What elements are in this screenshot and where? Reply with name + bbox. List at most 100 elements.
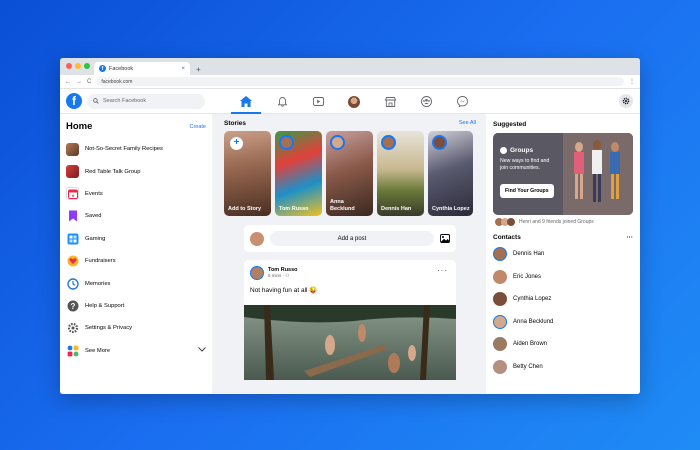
contact-name: Anna Becklund bbox=[513, 318, 554, 325]
story-avatar bbox=[330, 135, 345, 150]
stories-header: Stories See All bbox=[224, 120, 476, 127]
contact-name: Eric Jones bbox=[513, 273, 542, 280]
facebook-logo[interactable]: f bbox=[66, 93, 82, 109]
contact-item[interactable]: Betty Chen bbox=[493, 356, 633, 379]
sidebar-item-label: Events bbox=[85, 190, 103, 197]
friends-joined-groups: Henri and 9 friends joined Groups bbox=[495, 218, 633, 226]
story-name: Add to Story bbox=[228, 205, 261, 212]
add-story-plus-icon[interactable]: + bbox=[230, 137, 243, 150]
story-avatar bbox=[279, 135, 294, 150]
contact-avatar bbox=[493, 292, 507, 307]
stories-title: Stories bbox=[224, 120, 247, 127]
photo-icon[interactable] bbox=[440, 234, 450, 243]
minimize-window-button[interactable] bbox=[75, 63, 81, 69]
groups-card-title-text: Groups bbox=[510, 147, 534, 154]
add-post-input[interactable]: Add a post bbox=[270, 231, 434, 246]
groups-card-photo bbox=[493, 133, 633, 215]
address-bar: ← → C facebook.com ⋮ bbox=[60, 75, 640, 89]
contact-item[interactable]: Anna Becklund bbox=[493, 311, 633, 334]
sidebar-item-help[interactable]: ? Help & Support bbox=[66, 295, 206, 317]
story-name: Cynthia Lopez bbox=[432, 205, 470, 212]
nav-profile[interactable] bbox=[336, 89, 372, 114]
sidebar-item-events[interactable]: ★ Events bbox=[66, 183, 206, 205]
maximize-window-button[interactable] bbox=[84, 63, 90, 69]
find-your-groups-button[interactable]: Find Your Groups bbox=[500, 184, 554, 198]
add-post-placeholder: Add a post bbox=[337, 235, 367, 242]
nav-messenger[interactable] bbox=[444, 89, 480, 114]
nav-notifications[interactable] bbox=[264, 89, 300, 114]
sidebar-item-family-recipes[interactable]: Not-So-Secret Family Recipes bbox=[66, 138, 206, 160]
groups-suggestion-card[interactable]: Groups New ways to find and join communi… bbox=[493, 133, 633, 215]
post-meta: 5 mins · ⚇ bbox=[268, 273, 298, 279]
gear-icon bbox=[66, 322, 79, 335]
settings-button[interactable] bbox=[619, 94, 633, 108]
search-icon bbox=[93, 98, 99, 104]
contact-name: Cynthia Lopez bbox=[513, 296, 552, 303]
sidebar-item-memories[interactable]: Memories bbox=[66, 272, 206, 294]
sidebar-item-fundraisers[interactable]: Fundraisers bbox=[66, 250, 206, 272]
story-card[interactable]: Cynthia Lopez bbox=[428, 131, 473, 216]
post-header: Tom Russo 5 mins · ⚇ bbox=[250, 266, 450, 280]
sidebar-item-label: Red Table Talk Group bbox=[85, 168, 141, 175]
sidebar-item-saved[interactable]: Saved bbox=[66, 205, 206, 227]
story-card-add[interactable]: + Add to Story bbox=[224, 131, 271, 216]
sidebar-item-label: Settings & Privacy bbox=[85, 325, 133, 332]
store-icon bbox=[384, 96, 396, 107]
sidebar-item-gaming[interactable]: Gaming bbox=[66, 228, 206, 250]
browser-tabbar: f Facebook × + bbox=[60, 58, 640, 75]
story-name: Anna Becklund bbox=[330, 199, 355, 212]
groups-card-description: New ways to find and join communities. bbox=[500, 158, 550, 171]
browser-tab[interactable]: f Facebook × bbox=[94, 62, 190, 75]
forward-icon[interactable]: → bbox=[76, 79, 82, 85]
search-input[interactable]: Search Facebook bbox=[87, 93, 205, 109]
contact-item[interactable]: Eric Jones bbox=[493, 266, 633, 289]
clock-icon bbox=[66, 277, 79, 290]
sidebar-item-red-table-talk[interactable]: Red Table Talk Group bbox=[66, 160, 206, 182]
see-all-link[interactable]: See All bbox=[459, 120, 476, 127]
page-content: Home Create Not-So-Secret Family Recipes… bbox=[60, 114, 640, 394]
friends-audience-icon: · ⚇ bbox=[282, 273, 290, 278]
question-icon: ? bbox=[66, 299, 79, 312]
contact-avatar bbox=[493, 337, 507, 352]
sidebar-item-label: Fundraisers bbox=[85, 258, 116, 265]
nav-marketplace[interactable] bbox=[372, 89, 408, 114]
post-photo[interactable] bbox=[244, 305, 456, 380]
chevron-down-icon bbox=[198, 347, 206, 354]
url-field[interactable]: facebook.com bbox=[96, 77, 624, 86]
nav-watch[interactable] bbox=[300, 89, 336, 114]
browser-menu-icon[interactable]: ⋮ bbox=[629, 78, 635, 85]
nav-home[interactable] bbox=[228, 89, 264, 114]
groups-card-title: Groups bbox=[500, 147, 533, 154]
contacts-options-button[interactable]: ··· bbox=[627, 234, 634, 241]
tab-close-icon[interactable]: × bbox=[181, 66, 185, 72]
friend-avatar bbox=[507, 218, 515, 226]
messenger-icon bbox=[456, 96, 468, 107]
sidebar-item-see-more[interactable]: See More bbox=[66, 340, 206, 362]
story-card[interactable]: Tom Russo bbox=[275, 131, 322, 216]
contact-name: Betty Chen bbox=[513, 363, 543, 370]
feed-post: Tom Russo 5 mins · ⚇ ··· Not having fun … bbox=[244, 260, 456, 380]
right-sidebar: Suggested Groups New ways to find and jo… bbox=[486, 114, 640, 394]
close-window-button[interactable] bbox=[66, 63, 72, 69]
contact-item[interactable]: Cynthia Lopez bbox=[493, 288, 633, 311]
svg-text:★: ★ bbox=[71, 193, 75, 198]
new-tab-button[interactable]: + bbox=[196, 65, 201, 74]
video-icon bbox=[312, 97, 324, 106]
calendar-icon: ★ bbox=[66, 187, 79, 201]
contact-item[interactable]: Aiden Brown bbox=[493, 333, 633, 356]
contact-name: Dennis Han bbox=[513, 251, 545, 258]
post-options-button[interactable]: ··· bbox=[437, 266, 448, 275]
story-card[interactable]: Anna Becklund bbox=[326, 131, 373, 216]
contact-item[interactable]: Dennis Han bbox=[493, 243, 633, 266]
sidebar-item-settings[interactable]: Settings & Privacy bbox=[66, 317, 206, 339]
user-avatar bbox=[250, 231, 264, 246]
contact-avatar bbox=[493, 269, 507, 284]
back-icon[interactable]: ← bbox=[65, 79, 71, 85]
create-link[interactable]: Create bbox=[189, 124, 206, 130]
post-author-avatar[interactable] bbox=[250, 266, 264, 280]
reload-icon[interactable]: C bbox=[87, 79, 91, 85]
sidebar-item-label: Help & Support bbox=[85, 302, 125, 309]
nav-groups[interactable] bbox=[408, 89, 444, 114]
left-sidebar: Home Create Not-So-Secret Family Recipes… bbox=[60, 114, 212, 394]
story-card[interactable]: Dennis Han bbox=[377, 131, 424, 216]
